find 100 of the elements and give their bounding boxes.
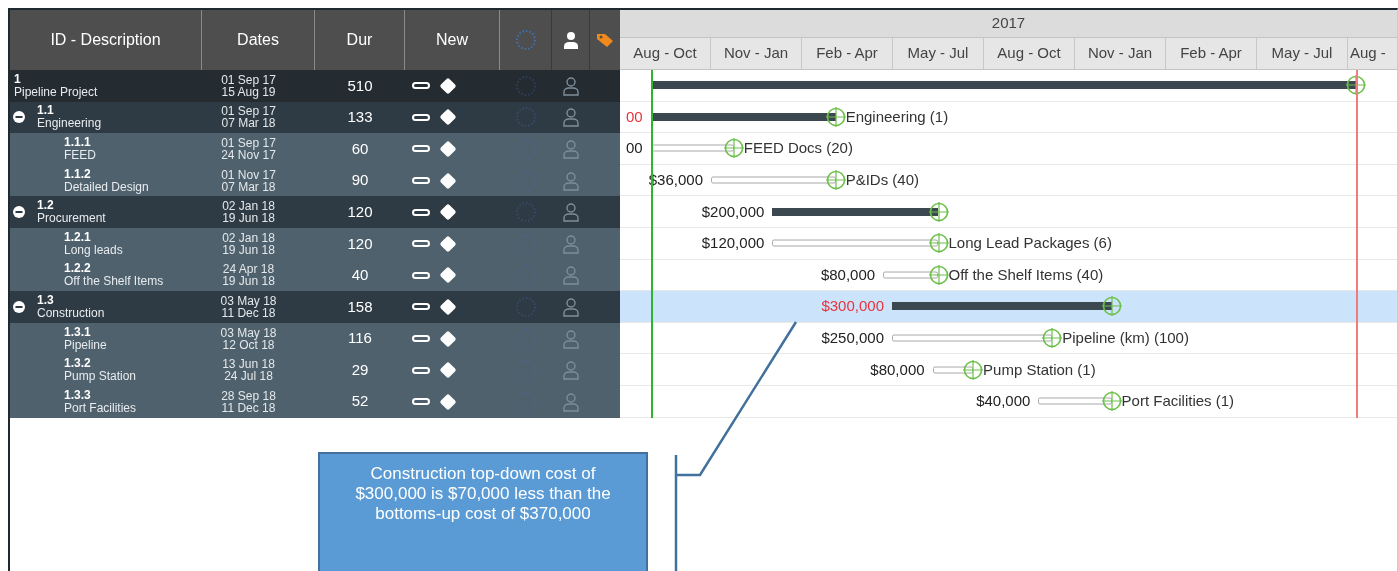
quarter-header: Nov - Jan <box>1087 43 1153 64</box>
task-row[interactable]: 1.2 Procurement 02 Jan 18 19 Jun 18 120 <box>10 196 620 228</box>
finish-date: 19 Jun 18 <box>222 243 275 256</box>
crosshair-marker-icon <box>928 233 949 254</box>
finish-date: 24 Jul 18 <box>224 370 273 383</box>
pill-icon[interactable] <box>412 208 430 216</box>
timeline-row[interactable]: $120,000 Long Lead Packages (6) <box>620 227 1397 260</box>
pill-icon[interactable] <box>412 271 430 279</box>
task-row[interactable]: 1.1.2 Detailed Design 01 Nov 17 07 Mar 18 90 <box>10 164 620 197</box>
bar-label: Engineering (1) <box>845 106 949 127</box>
person-icon <box>562 233 580 254</box>
task-id: 1.2 <box>37 199 55 213</box>
duration: 40 <box>351 265 369 286</box>
summary-bar[interactable] <box>650 81 1356 90</box>
column-header[interactable]: Dates <box>237 28 279 52</box>
finish-date: 19 Jun 18 <box>222 275 275 288</box>
summary-bar[interactable] <box>772 207 939 216</box>
task-row[interactable]: 1.1 Engineering 01 Sep 17 07 Mar 18 133 <box>10 101 620 134</box>
timeline-row[interactable]: $80,000 Pump Station (1) <box>620 354 1397 386</box>
pill-icon[interactable] <box>412 177 430 185</box>
task-row[interactable]: 1.2.2 Off the Shelf Items 24 Apr 18 19 Jun 18 40 <box>10 259 620 292</box>
cost-label: $80,000 <box>820 264 876 285</box>
start-date: 02 Jan 18 <box>222 200 275 213</box>
task-name: Construction <box>37 306 105 320</box>
person-icon <box>562 75 580 96</box>
task-row[interactable]: 1.3.2 Pump Station 13 Jun 18 24 Jul 18 29 <box>10 354 620 386</box>
collapse-icon[interactable] <box>13 300 25 313</box>
collapse-icon[interactable] <box>13 206 25 219</box>
start-date: 03 May 18 <box>220 294 277 307</box>
column-header[interactable]: ID - Description <box>50 28 161 52</box>
quarter-header: Feb - Apr <box>1180 43 1242 64</box>
task-id: 1.3 <box>37 293 55 307</box>
column-header[interactable]: New <box>436 28 468 52</box>
person-icon <box>562 170 580 191</box>
pill-icon[interactable] <box>412 82 430 90</box>
timeline-row[interactable]: $80,000 Off the Shelf Items (40) <box>620 259 1397 292</box>
task-row[interactable]: 1 Pipeline Project 01 Sep 17 15 Aug 19 510 <box>10 70 620 102</box>
task-row[interactable]: 1.1.1 FEED 01 Sep 17 24 Nov 17 60 <box>10 133 620 165</box>
task-bar[interactable] <box>650 145 734 152</box>
finish-date: 07 Mar 18 <box>221 117 276 130</box>
cost-label: $120,000 <box>701 233 765 253</box>
progress-ring-icon <box>515 74 537 97</box>
task-name: Off the Shelf Items <box>64 275 164 289</box>
column-header[interactable]: Dur <box>346 28 373 52</box>
timeline-row[interactable]: $200,000 <box>620 196 1397 228</box>
task-name: Detailed Design <box>64 180 149 194</box>
task-name: Procurement <box>37 212 106 226</box>
pill-icon[interactable] <box>412 366 430 374</box>
quarter-header: Aug - <box>1350 43 1386 64</box>
progress-ring-icon <box>515 201 537 224</box>
person-icon <box>562 296 580 317</box>
progress-ring-icon <box>515 106 537 129</box>
duration: 510 <box>347 75 373 96</box>
timeline-row[interactable]: $250,000 Pipeline (km) (100) <box>620 322 1397 355</box>
task-name: FEED <box>64 149 96 162</box>
duration: 116 <box>348 328 372 349</box>
pill-icon[interactable] <box>412 145 430 153</box>
start-date: 24 Apr 18 <box>222 263 275 276</box>
bar-label: Pipeline (km) (100) <box>1062 327 1189 348</box>
task-row[interactable]: 1.3.3 Port Facilities 28 Sep 18 11 Dec 18 52 <box>10 385 620 418</box>
bar-label: Pump Station (1) <box>983 359 1096 380</box>
task-id: 1.1.2 <box>64 167 92 181</box>
summary-bar[interactable] <box>892 302 1112 311</box>
person-icon <box>562 391 580 412</box>
task-row[interactable]: 1.2.1 Long leads 02 Jan 18 19 Jun 18 120 <box>10 227 620 260</box>
tag-icon <box>595 31 615 49</box>
person-icon <box>562 265 580 286</box>
crosshair-marker-icon <box>928 201 949 222</box>
task-id: 1.3.1 <box>64 325 92 339</box>
pill-icon[interactable] <box>412 240 430 248</box>
task-id: 1.1 <box>37 104 55 118</box>
task-row[interactable]: 1.3.1 Pipeline 03 May 18 12 Oct 18 116 <box>10 322 620 355</box>
start-date: 02 Jan 18 <box>222 231 275 244</box>
cost-label: $300,000 <box>821 296 884 317</box>
finish-date: 11 Dec 18 <box>221 306 276 319</box>
task-name: Port Facilities <box>64 401 137 415</box>
cost-label: $40,000 <box>976 391 1031 411</box>
timeline-row[interactable]: 00 FEED Docs (20) <box>620 133 1397 165</box>
crosshair-marker-icon <box>825 106 846 127</box>
quarter-header: Feb - Apr <box>816 43 878 64</box>
timeline-row[interactable]: 00 Engineering (1) <box>620 101 1397 134</box>
pill-icon[interactable] <box>412 303 430 311</box>
bar-label: Off the Shelf Items (40) <box>948 264 1104 285</box>
timeline-row[interactable]: $40,000 Port Facilities (1) <box>620 385 1397 418</box>
progress-ring-icon <box>515 295 537 318</box>
timeline-row[interactable] <box>620 70 1397 102</box>
person-icon <box>562 202 580 223</box>
summary-bar[interactable] <box>650 112 836 121</box>
duration: 158 <box>347 296 373 317</box>
year-header: 2017 <box>991 13 1026 34</box>
task-name: Pipeline <box>64 338 107 352</box>
pill-icon[interactable] <box>412 113 430 121</box>
pill-icon[interactable] <box>412 398 430 406</box>
cost-label: $250,000 <box>821 327 884 348</box>
collapse-icon[interactable] <box>13 111 25 124</box>
quarter-header: Nov - Jan <box>723 43 789 64</box>
duration: 120 <box>347 233 373 254</box>
task-row[interactable]: 1.3 Construction 03 May 18 11 Dec 18 158 <box>10 291 620 323</box>
start-date: 28 Sep 18 <box>221 389 276 402</box>
pill-icon[interactable] <box>412 335 430 343</box>
